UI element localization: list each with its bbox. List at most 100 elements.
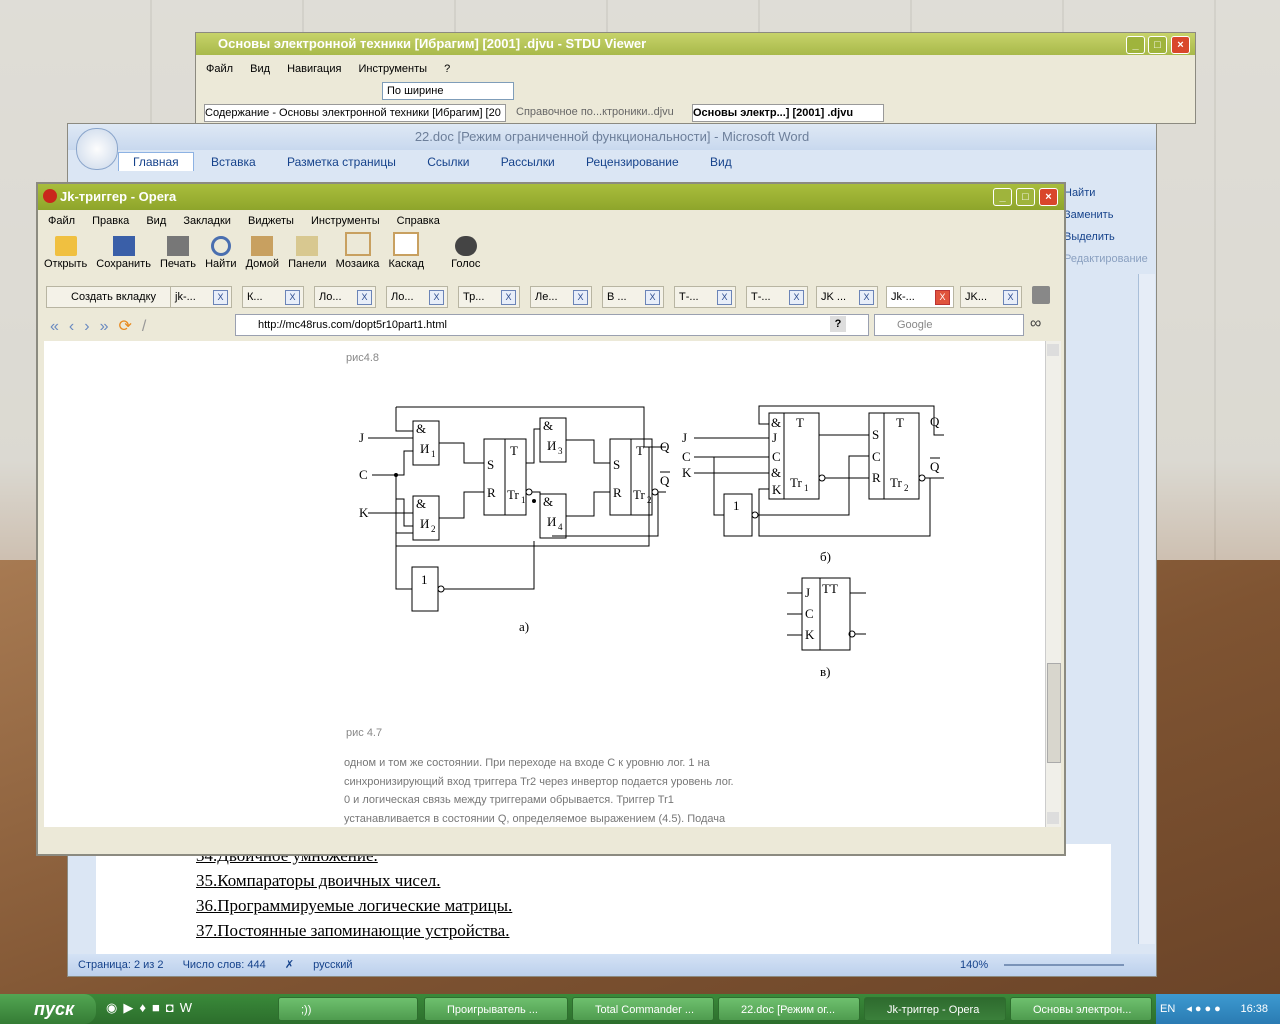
minimize-button[interactable]: _ [993,188,1012,206]
language-indicator[interactable]: EN [1160,1003,1175,1015]
tab-page-layout[interactable]: Разметка страницы [273,153,410,171]
forward-icon[interactable]: › [84,318,99,335]
word-vertical-scrollbar[interactable] [1138,274,1155,944]
tab-close-icon[interactable]: X [859,290,874,305]
print-button[interactable]: Печать [160,236,196,270]
browser-tab-active[interactable]: Jk-... X [886,286,954,308]
tab-close-icon[interactable]: X [213,290,228,305]
scrollbar-thumb[interactable] [1047,663,1061,763]
tab-close-icon[interactable]: X [789,290,804,305]
stdu-tab-contents[interactable]: Содержание - Основы электронной техники … [204,104,506,122]
tab-close-icon[interactable]: X [357,290,372,305]
find-button[interactable]: Найти [1064,182,1148,204]
maximize-button[interactable]: □ [1148,36,1167,54]
opera-titlebar[interactable]: Jk-триггер - Opera [38,184,1064,210]
tab-review[interactable]: Рецензирование [572,153,693,171]
taskbar-button[interactable]: Проигрыватель ... [424,997,568,1021]
help-icon[interactable]: ? [830,316,846,332]
tray-icons[interactable]: ◂●●● [1186,1003,1223,1015]
word-titlebar[interactable]: 22.doc [Режим ограниченной функционально… [68,124,1156,150]
menu-help[interactable]: Справка [397,215,440,227]
tab-close-icon[interactable]: X [285,290,300,305]
start-button[interactable]: пуск [0,994,96,1024]
document-page[interactable]: 34.Двоичное умножение. 35.Компараторы дв… [96,844,1111,964]
tab-close-icon[interactable]: X [935,290,950,305]
stdu-tab-handbook[interactable]: Справочное по...ктроники..djvu [516,106,674,118]
tab-insert[interactable]: Вставка [197,153,270,171]
menu-bookmarks[interactable]: Закладки [183,215,231,227]
browser-tab[interactable]: Тр... X [458,286,520,308]
browser-tab[interactable]: JK... X [960,286,1022,308]
quick-launch-icon[interactable]: ▶ [123,1000,139,1015]
browser-tab[interactable]: Т-... X [746,286,808,308]
menu-edit[interactable]: Правка [92,215,129,227]
cascade-button[interactable]: Каскад [388,232,424,270]
search-input[interactable]: Google [874,314,1024,336]
taskbar-button[interactable]: Основы электрон... [1010,997,1152,1021]
close-button[interactable]: × [1171,36,1190,54]
zoom-level[interactable]: 140% [960,954,988,976]
tile-button[interactable]: Мозаика [336,232,379,270]
taskbar-button[interactable]: Total Commander ... [572,997,714,1021]
zoom-slider[interactable] [1004,964,1124,966]
quick-launch-icon[interactable]: ◘ [166,1000,180,1015]
browser-tab[interactable]: Ло... X [386,286,448,308]
tab-references[interactable]: Ссылки [413,153,483,171]
menu-view[interactable]: Вид [146,215,166,227]
taskbar-button[interactable]: ;)) [278,997,418,1021]
zoom-select[interactable]: По ширине [382,82,514,100]
panels-button[interactable]: Панели [288,236,327,270]
tab-close-icon[interactable]: X [501,290,516,305]
menu-file[interactable]: Файл [206,63,233,75]
tab-close-icon[interactable]: X [717,290,732,305]
opera-window[interactable]: Jk-триггер - Opera _ □ × Файл Правка Вид… [37,183,1065,855]
fast-forward-icon[interactable]: » [100,318,119,335]
language[interactable]: русский [313,959,352,971]
address-bar[interactable]: http://mc48rus.com/dopt5r10part1.html ? [235,314,869,336]
replace-button[interactable]: Заменить [1064,204,1148,226]
browser-tab[interactable]: Ле... X [530,286,592,308]
menu-widgets[interactable]: Виджеты [248,215,294,227]
menu-tools[interactable]: Инструменты [358,63,427,75]
stdu-titlebar[interactable]: Основы электронной техники [Ибрагим] [20… [196,33,1195,55]
back-icon[interactable]: ‹ [69,318,84,335]
tab-close-icon[interactable]: X [1003,290,1018,305]
edit-icon[interactable]: / [142,318,156,335]
spellcheck-icon[interactable]: ✗ [285,959,294,971]
taskbar-button[interactable]: 22.doc [Режим ог... [718,997,860,1021]
glasses-icon[interactable]: ∞ [1030,315,1041,333]
office-button[interactable] [76,128,118,170]
voice-button[interactable]: Голос [451,236,480,270]
menu-help[interactable]: ? [444,63,450,75]
quick-launch-icon[interactable]: ■ [152,1000,166,1015]
browser-tab[interactable]: К... X [242,286,304,308]
tab-home[interactable]: Главная [118,152,194,171]
reload-icon[interactable]: ⟳ [118,318,141,335]
taskbar-button-active[interactable]: Jk-триггер - Opera [864,997,1006,1021]
browser-tab[interactable]: Ло... X [314,286,376,308]
menu-file[interactable]: Файл [48,215,75,227]
browser-tab[interactable]: В ... X [602,286,664,308]
close-button[interactable]: × [1039,188,1058,206]
quick-launch-icon[interactable]: W [180,1000,198,1015]
browser-tab[interactable]: jk-... X [170,286,232,308]
maximize-button[interactable]: □ [1016,188,1035,206]
scroll-down-button[interactable] [1047,812,1059,824]
menu-view[interactable]: Вид [250,63,270,75]
open-button[interactable]: Открыть [44,236,87,270]
select-button[interactable]: Выделить [1064,226,1148,248]
save-button[interactable]: Сохранить [96,236,151,270]
tab-close-icon[interactable]: X [645,290,660,305]
menu-navigation[interactable]: Навигация [287,63,341,75]
tab-close-icon[interactable]: X [573,290,588,305]
tab-close-icon[interactable]: X [429,290,444,305]
clock[interactable]: 16:38 [1240,994,1268,1024]
stdu-tab-active[interactable]: Основы электр...] [2001] .djvu [692,104,884,122]
find-button[interactable]: Найти [205,236,237,270]
quick-launch-icon[interactable]: ◉ [106,1000,123,1015]
browser-tab[interactable]: Т-... X [674,286,736,308]
trash-icon[interactable] [1032,286,1050,304]
minimize-button[interactable]: _ [1126,36,1145,54]
page-vertical-scrollbar[interactable] [1045,341,1061,827]
home-button[interactable]: Домой [246,236,279,270]
